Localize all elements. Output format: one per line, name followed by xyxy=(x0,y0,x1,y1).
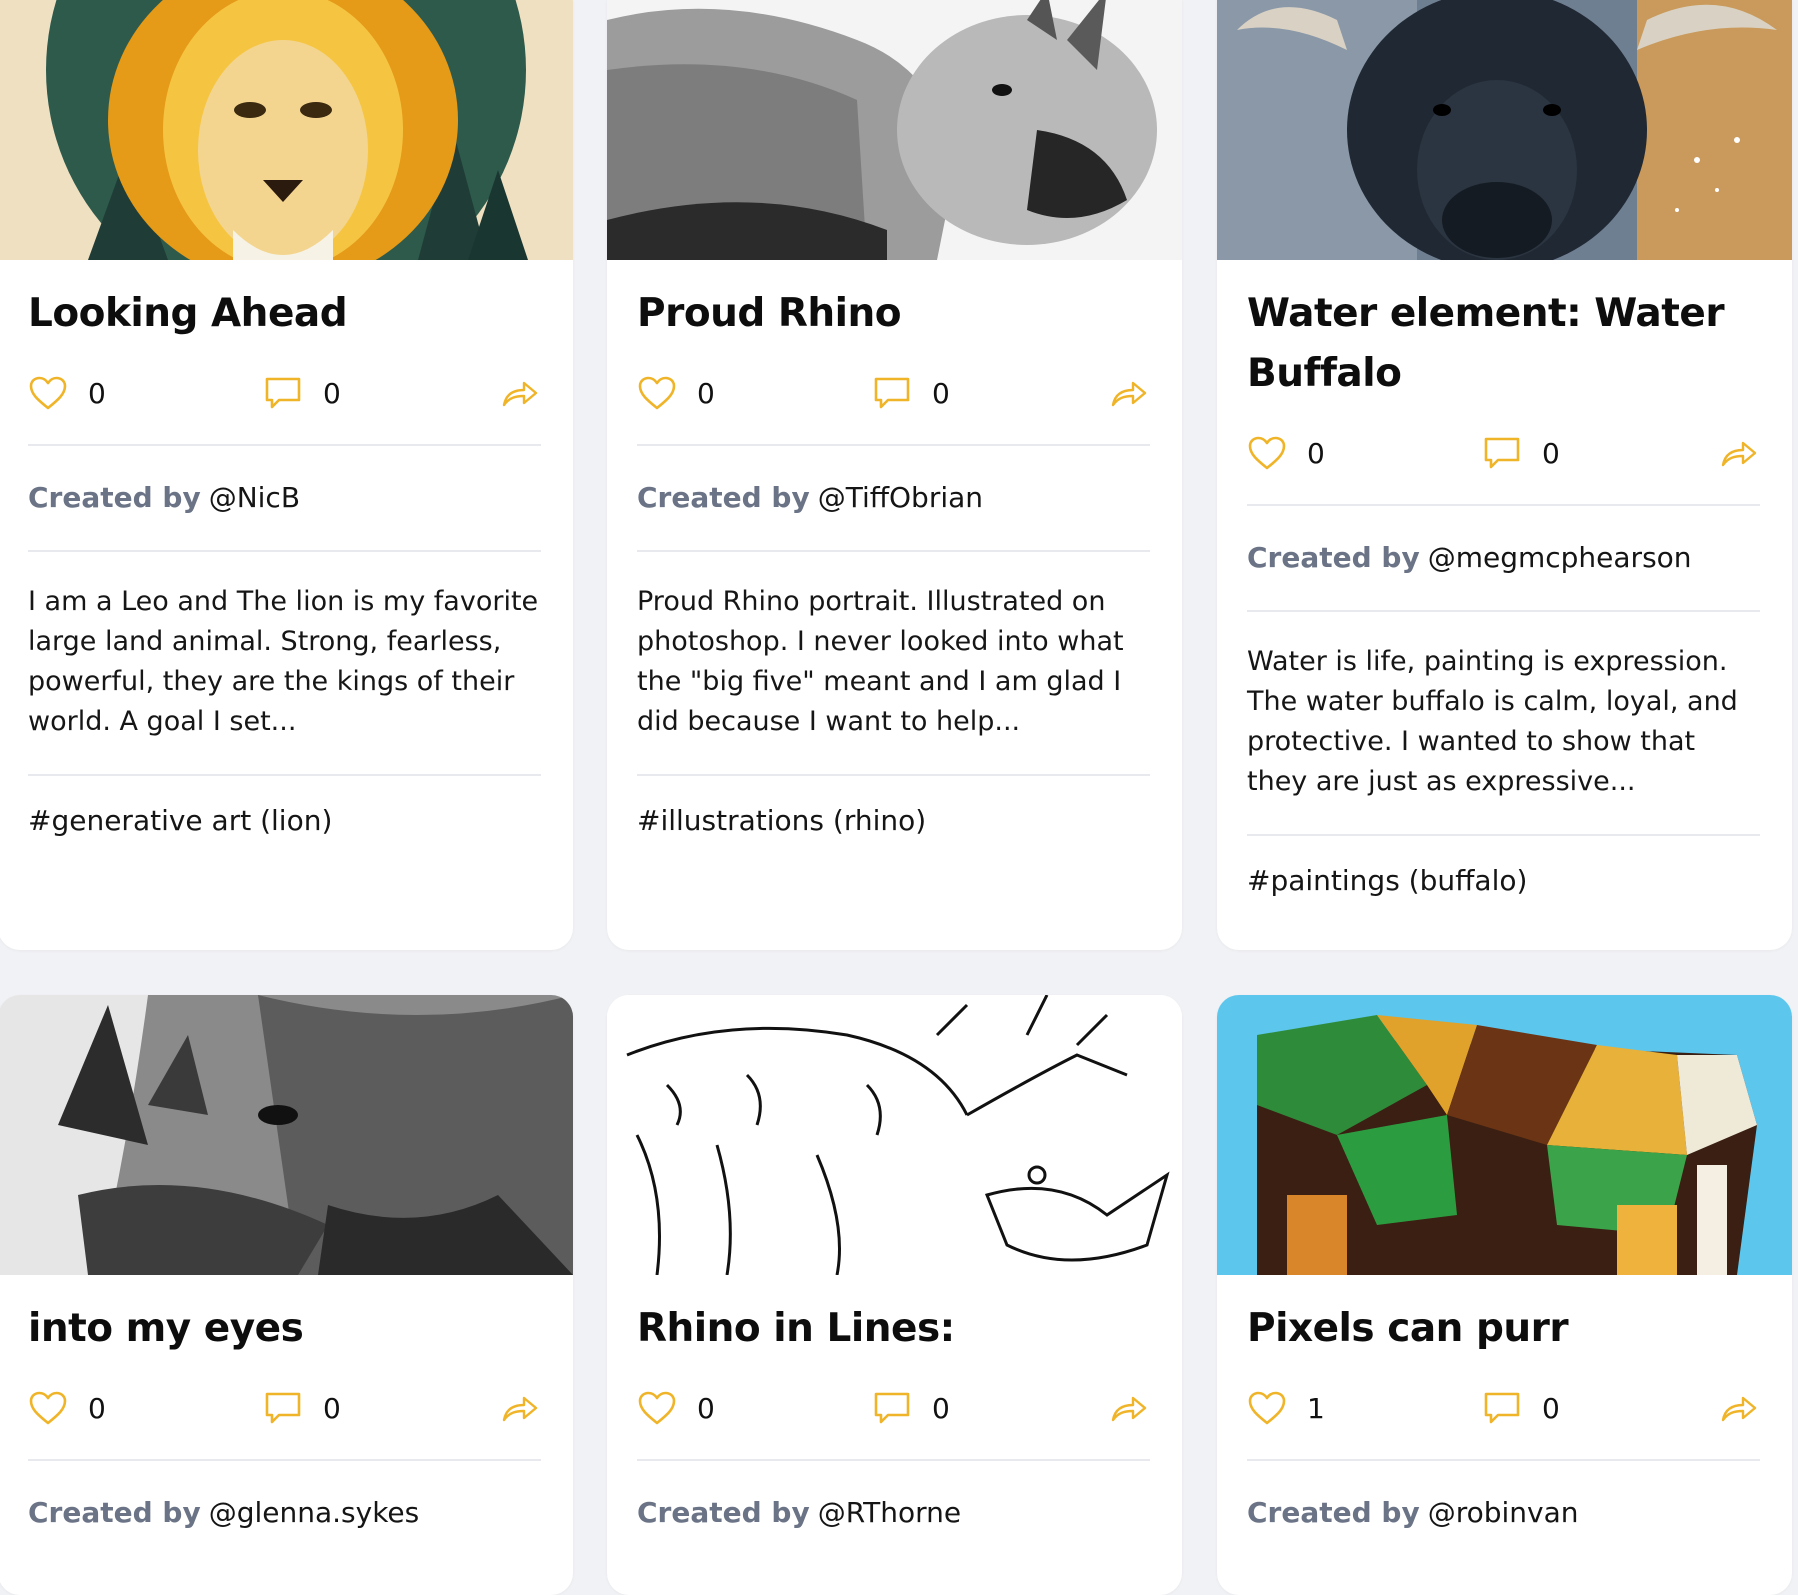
created-by-label: Created by xyxy=(28,481,201,514)
heart-icon xyxy=(638,1391,676,1425)
like-button[interactable]: 0 xyxy=(637,375,872,411)
share-arrow-icon[interactable] xyxy=(1720,1393,1758,1423)
artwork-title[interactable]: into my eyes xyxy=(28,1299,541,1359)
artwork-card[interactable]: Proud Rhino 0 0 Created by @TiffObrian Pr… xyxy=(607,0,1182,950)
artwork-image-patchwork-animal[interactable] xyxy=(1217,995,1792,1275)
created-by-label: Created by xyxy=(1247,1496,1420,1529)
artwork-description: Proud Rhino portrait. Illustrated on pho… xyxy=(637,586,1124,737)
like-count: 0 xyxy=(88,1391,106,1425)
speech-bubble-icon xyxy=(1484,437,1520,469)
speech-bubble-icon xyxy=(1484,1392,1520,1424)
category-tag[interactable]: #illustrations (rhino) xyxy=(637,776,1150,837)
like-button[interactable]: 1 xyxy=(1247,1390,1482,1426)
artwork-title[interactable]: Rhino in Lines: xyxy=(637,1299,1150,1359)
heart-icon xyxy=(1248,436,1286,470)
engagement-bar: 0 0 xyxy=(28,1381,541,1435)
comment-button[interactable]: 0 xyxy=(872,375,1110,411)
like-count: 1 xyxy=(1307,1391,1325,1425)
share-arrow-icon[interactable] xyxy=(501,378,539,408)
artwork-title[interactable]: Looking Ahead xyxy=(28,284,541,344)
engagement-bar: 1 0 xyxy=(1247,1381,1760,1435)
like-count: 0 xyxy=(697,1391,715,1425)
creator-handle[interactable]: @TiffObrian xyxy=(818,481,983,514)
created-by-label: Created by xyxy=(28,1496,201,1529)
creator-handle[interactable]: @megmcphearson xyxy=(1428,541,1692,574)
creator-line: Created by @glenna.sykes xyxy=(28,1461,541,1565)
heart-icon xyxy=(1248,1391,1286,1425)
comment-button[interactable]: 0 xyxy=(872,1390,1110,1426)
artwork-description: Water is life, painting is expression. T… xyxy=(1247,646,1738,797)
comment-count: 0 xyxy=(932,376,950,410)
created-by-label: Created by xyxy=(637,1496,810,1529)
heart-icon xyxy=(29,1391,67,1425)
creator-handle[interactable]: @RThorne xyxy=(818,1496,961,1529)
like-count: 0 xyxy=(697,376,715,410)
artwork-card[interactable]: into my eyes 0 0 Created by @glenna.sykes xyxy=(0,995,573,1595)
share-arrow-icon[interactable] xyxy=(1110,1393,1148,1423)
comment-count: 0 xyxy=(1542,436,1560,470)
comment-count: 0 xyxy=(323,1391,341,1425)
comment-count: 0 xyxy=(932,1391,950,1425)
like-button[interactable]: 0 xyxy=(1247,435,1482,471)
speech-bubble-icon xyxy=(265,1392,301,1424)
artwork-image-rhino-lines[interactable] xyxy=(607,995,1182,1275)
artwork-image-buffalo[interactable] xyxy=(1217,0,1792,260)
engagement-bar: 0 0 xyxy=(637,366,1150,420)
engagement-bar: 0 0 xyxy=(637,1381,1150,1435)
created-by-label: Created by xyxy=(1247,541,1420,574)
creator-line: Created by @TiffObrian xyxy=(637,446,1150,550)
heart-icon xyxy=(29,376,67,410)
comment-button[interactable]: 0 xyxy=(263,375,501,411)
creator-handle[interactable]: @glenna.sykes xyxy=(209,1496,420,1529)
creator-line: Created by @NicB xyxy=(28,446,541,550)
comment-button[interactable]: 0 xyxy=(1482,1390,1720,1426)
share-arrow-icon[interactable] xyxy=(1720,438,1758,468)
like-count: 0 xyxy=(1307,436,1325,470)
speech-bubble-icon xyxy=(874,377,910,409)
share-arrow-icon[interactable] xyxy=(1110,378,1148,408)
heart-icon xyxy=(638,376,676,410)
artwork-card[interactable]: Looking Ahead 0 0 Created by @NicB I am a… xyxy=(0,0,573,950)
engagement-bar: 0 0 xyxy=(1247,426,1760,480)
like-button[interactable]: 0 xyxy=(637,1390,872,1426)
like-button[interactable]: 0 xyxy=(28,375,263,411)
comment-button[interactable]: 0 xyxy=(263,1390,501,1426)
speech-bubble-icon xyxy=(265,377,301,409)
creator-line: Created by @megmcphearson xyxy=(1247,506,1760,610)
engagement-bar: 0 0 xyxy=(28,366,541,420)
comment-count: 0 xyxy=(323,376,341,410)
comment-button[interactable]: 0 xyxy=(1482,435,1720,471)
share-arrow-icon[interactable] xyxy=(501,1393,539,1423)
artwork-title[interactable]: Water element: Water Buffalo xyxy=(1247,284,1760,404)
artwork-title[interactable]: Proud Rhino xyxy=(637,284,1150,344)
artwork-card[interactable]: Rhino in Lines: 0 0 Created by @RThorne xyxy=(607,995,1182,1595)
artwork-image-rhino[interactable] xyxy=(607,0,1182,260)
artwork-image-rhino-closeup[interactable] xyxy=(0,995,573,1275)
like-button[interactable]: 0 xyxy=(28,1390,263,1426)
created-by-label: Created by xyxy=(637,481,810,514)
creator-line: Created by @robinvan xyxy=(1247,1461,1760,1565)
creator-line: Created by @RThorne xyxy=(637,1461,1150,1565)
creator-handle[interactable]: @robinvan xyxy=(1428,1496,1579,1529)
artwork-image-lion[interactable] xyxy=(0,0,573,260)
category-tag[interactable]: #paintings (buffalo) xyxy=(1247,836,1760,897)
artwork-card[interactable]: Pixels can purr 1 0 Created by @robinvan xyxy=(1217,995,1792,1595)
artwork-title[interactable]: Pixels can purr xyxy=(1247,1299,1760,1359)
category-tag[interactable]: #generative art (lion) xyxy=(28,776,541,837)
like-count: 0 xyxy=(88,376,106,410)
comment-count: 0 xyxy=(1542,1391,1560,1425)
creator-handle[interactable]: @NicB xyxy=(209,481,300,514)
artwork-card[interactable]: Water element: Water Buffalo 0 0 Created… xyxy=(1217,0,1792,950)
speech-bubble-icon xyxy=(874,1392,910,1424)
artwork-description: I am a Leo and The lion is my favorite l… xyxy=(28,586,539,737)
